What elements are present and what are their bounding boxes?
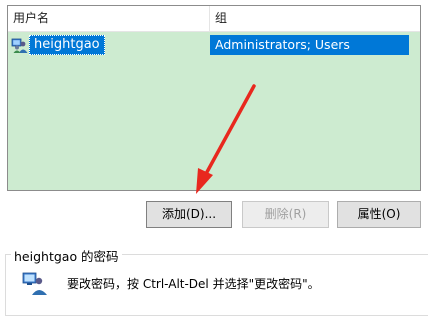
user-group-icon [11,38,28,53]
list-item[interactable]: heightgao Administrators; Users [11,35,409,55]
list-header: 用户名 组 [8,6,420,32]
column-header-group[interactable]: 组 [210,6,420,31]
user-list[interactable]: 用户名 组 heightgao Administrators; Users [7,5,421,191]
add-button[interactable]: 添加(D)... [146,201,232,228]
properties-button[interactable]: 属性(O) [337,201,421,228]
group-cell: Administrators; Users [210,35,409,55]
password-user-icon [22,272,47,295]
username-cell: heightgao [29,35,105,55]
password-instructions: 要改密码，按 Ctrl-Alt-Del 并选择"更改密码"。 [67,277,320,291]
column-header-username[interactable]: 用户名 [8,6,210,31]
password-groupbox-title: heightgao 的密码 [11,246,122,265]
remove-button[interactable]: 删除(R) [242,201,329,228]
